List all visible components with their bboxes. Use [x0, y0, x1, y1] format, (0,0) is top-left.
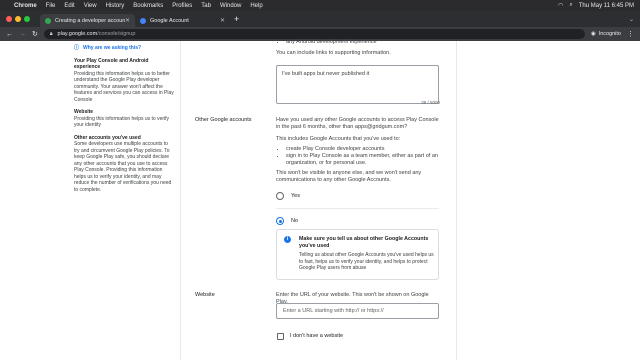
page-content: ⓘ Why are we asking this? Your Play Cons… — [0, 39, 640, 360]
help-header[interactable]: ⓘ Why are we asking this? — [74, 45, 174, 52]
search-icon[interactable]: ⌕ — [569, 2, 572, 9]
other-accounts-question: Have you used any other Google accounts … — [276, 117, 439, 130]
address-bar[interactable]: 🔒︎ play.google.com/console/signup — [43, 29, 585, 39]
tab-strip: Creating a developer account ✕ Google Ac… — [0, 11, 640, 27]
clock[interactable]: Thu May 11 6:45 PM — [579, 3, 634, 9]
info-body: Telling us about other Google Accounts y… — [299, 252, 434, 271]
menu-app[interactable]: Chrome — [14, 3, 37, 9]
divider — [180, 41, 181, 360]
info-callout: i Make sure you tell us about other Goog… — [276, 229, 439, 280]
close-tab-icon[interactable]: ✕ — [125, 17, 130, 24]
google-favicon-icon — [140, 17, 146, 24]
tab-creating-developer-account[interactable]: Creating a developer account ✕ — [40, 14, 135, 27]
bullet-item: create Play Console developer accounts — [286, 146, 442, 153]
menu-window[interactable]: Window — [220, 3, 241, 9]
macos-menubar: Chrome File Edit View History Bookmarks … — [0, 0, 640, 11]
website-url-input[interactable]: Enter a URL starting with http:// or htt… — [276, 303, 439, 319]
links-note: You can include links to supporting info… — [276, 50, 391, 56]
reload-icon[interactable]: ↻ — [32, 30, 38, 38]
tab-google-account[interactable]: Google Account ✕ — [135, 14, 230, 27]
menu-view[interactable]: View — [84, 3, 97, 9]
help-sidebar: ⓘ Why are we asking this? Your Play Cons… — [74, 45, 174, 199]
url-path: /console/signup — [97, 31, 136, 37]
help-section-body: Providing this information helps us to b… — [74, 70, 174, 103]
includes-text: This includes Google Accounts that you'v… — [276, 136, 401, 142]
help-section-body: Providing this information helps us to v… — [74, 115, 170, 129]
menu-profiles[interactable]: Profiles — [172, 3, 192, 9]
menu-file[interactable]: File — [46, 3, 56, 9]
incognito-icon: ◉ — [590, 31, 596, 37]
lock-icon[interactable]: 🔒︎ — [50, 31, 53, 37]
minimize-window-button[interactable] — [15, 16, 21, 22]
url-host: play.google.com — [57, 31, 98, 37]
menu-bookmarks[interactable]: Bookmarks — [133, 3, 163, 9]
wifi-icon[interactable]: ◠ — [558, 2, 563, 9]
divider — [276, 208, 439, 209]
includes-bullets: create Play Console developer accounts s… — [276, 146, 442, 167]
bullet-item: any Android development experience — [286, 39, 442, 46]
tab-title: Creating a developer account — [55, 17, 125, 24]
experience-bullets: any Android development experience — [276, 39, 442, 46]
incognito-label: Incognito — [598, 31, 621, 37]
help-header-text: Why are we asking this? — [83, 45, 142, 51]
help-section-title: Other accounts you've used — [74, 134, 141, 141]
close-window-button[interactable] — [6, 16, 12, 22]
zoom-window-button[interactable] — [24, 16, 30, 22]
incognito-indicator[interactable]: ◉ Incognito — [591, 31, 621, 37]
no-website-label[interactable]: I don't have a website — [290, 333, 343, 339]
privacy-text: This won't be visible to anyone else, an… — [276, 170, 422, 183]
new-tab-icon[interactable]: + — [234, 14, 239, 24]
play-favicon-icon — [45, 17, 51, 24]
no-website-checkbox[interactable] — [277, 333, 284, 340]
other-accounts-label: Other Google accounts — [195, 117, 252, 123]
back-icon[interactable]: ← — [6, 31, 13, 38]
divider — [456, 41, 457, 360]
menu-history[interactable]: History — [106, 3, 125, 9]
info-icon: i — [284, 236, 291, 243]
tab-title: Google Account — [150, 17, 189, 24]
help-section-body: Some developers use multiple accounts to… — [74, 141, 172, 193]
website-label: Website — [195, 292, 215, 298]
lightbulb-icon: ⓘ — [74, 45, 80, 51]
radio-yes[interactable] — [276, 192, 284, 200]
forward-icon[interactable]: → — [19, 31, 26, 38]
radio-yes-label[interactable]: Yes — [291, 193, 300, 199]
radio-no-label[interactable]: No — [291, 218, 298, 224]
help-section-title: Your Play Console and Android experience — [74, 57, 149, 71]
info-title: Make sure you tell us about other Google… — [299, 236, 429, 249]
window-controls — [6, 16, 30, 22]
help-section-title: Website — [74, 109, 94, 115]
menu-help[interactable]: Help — [250, 3, 262, 9]
experience-textarea[interactable]: I've built apps but never published it — [276, 65, 439, 104]
menu-edit[interactable]: Edit — [64, 3, 74, 9]
menu-tab[interactable]: Tab — [201, 3, 211, 9]
bullet-item: sign in to Play Console as a team member… — [286, 153, 442, 167]
close-tab-icon[interactable]: ✕ — [220, 17, 225, 24]
character-counter: 38 / 5000 — [421, 100, 440, 105]
kebab-menu-icon[interactable]: ⋮ — [627, 30, 634, 38]
tab-search-chevron-icon[interactable]: ⌄ — [629, 16, 634, 23]
radio-no[interactable] — [276, 217, 284, 225]
